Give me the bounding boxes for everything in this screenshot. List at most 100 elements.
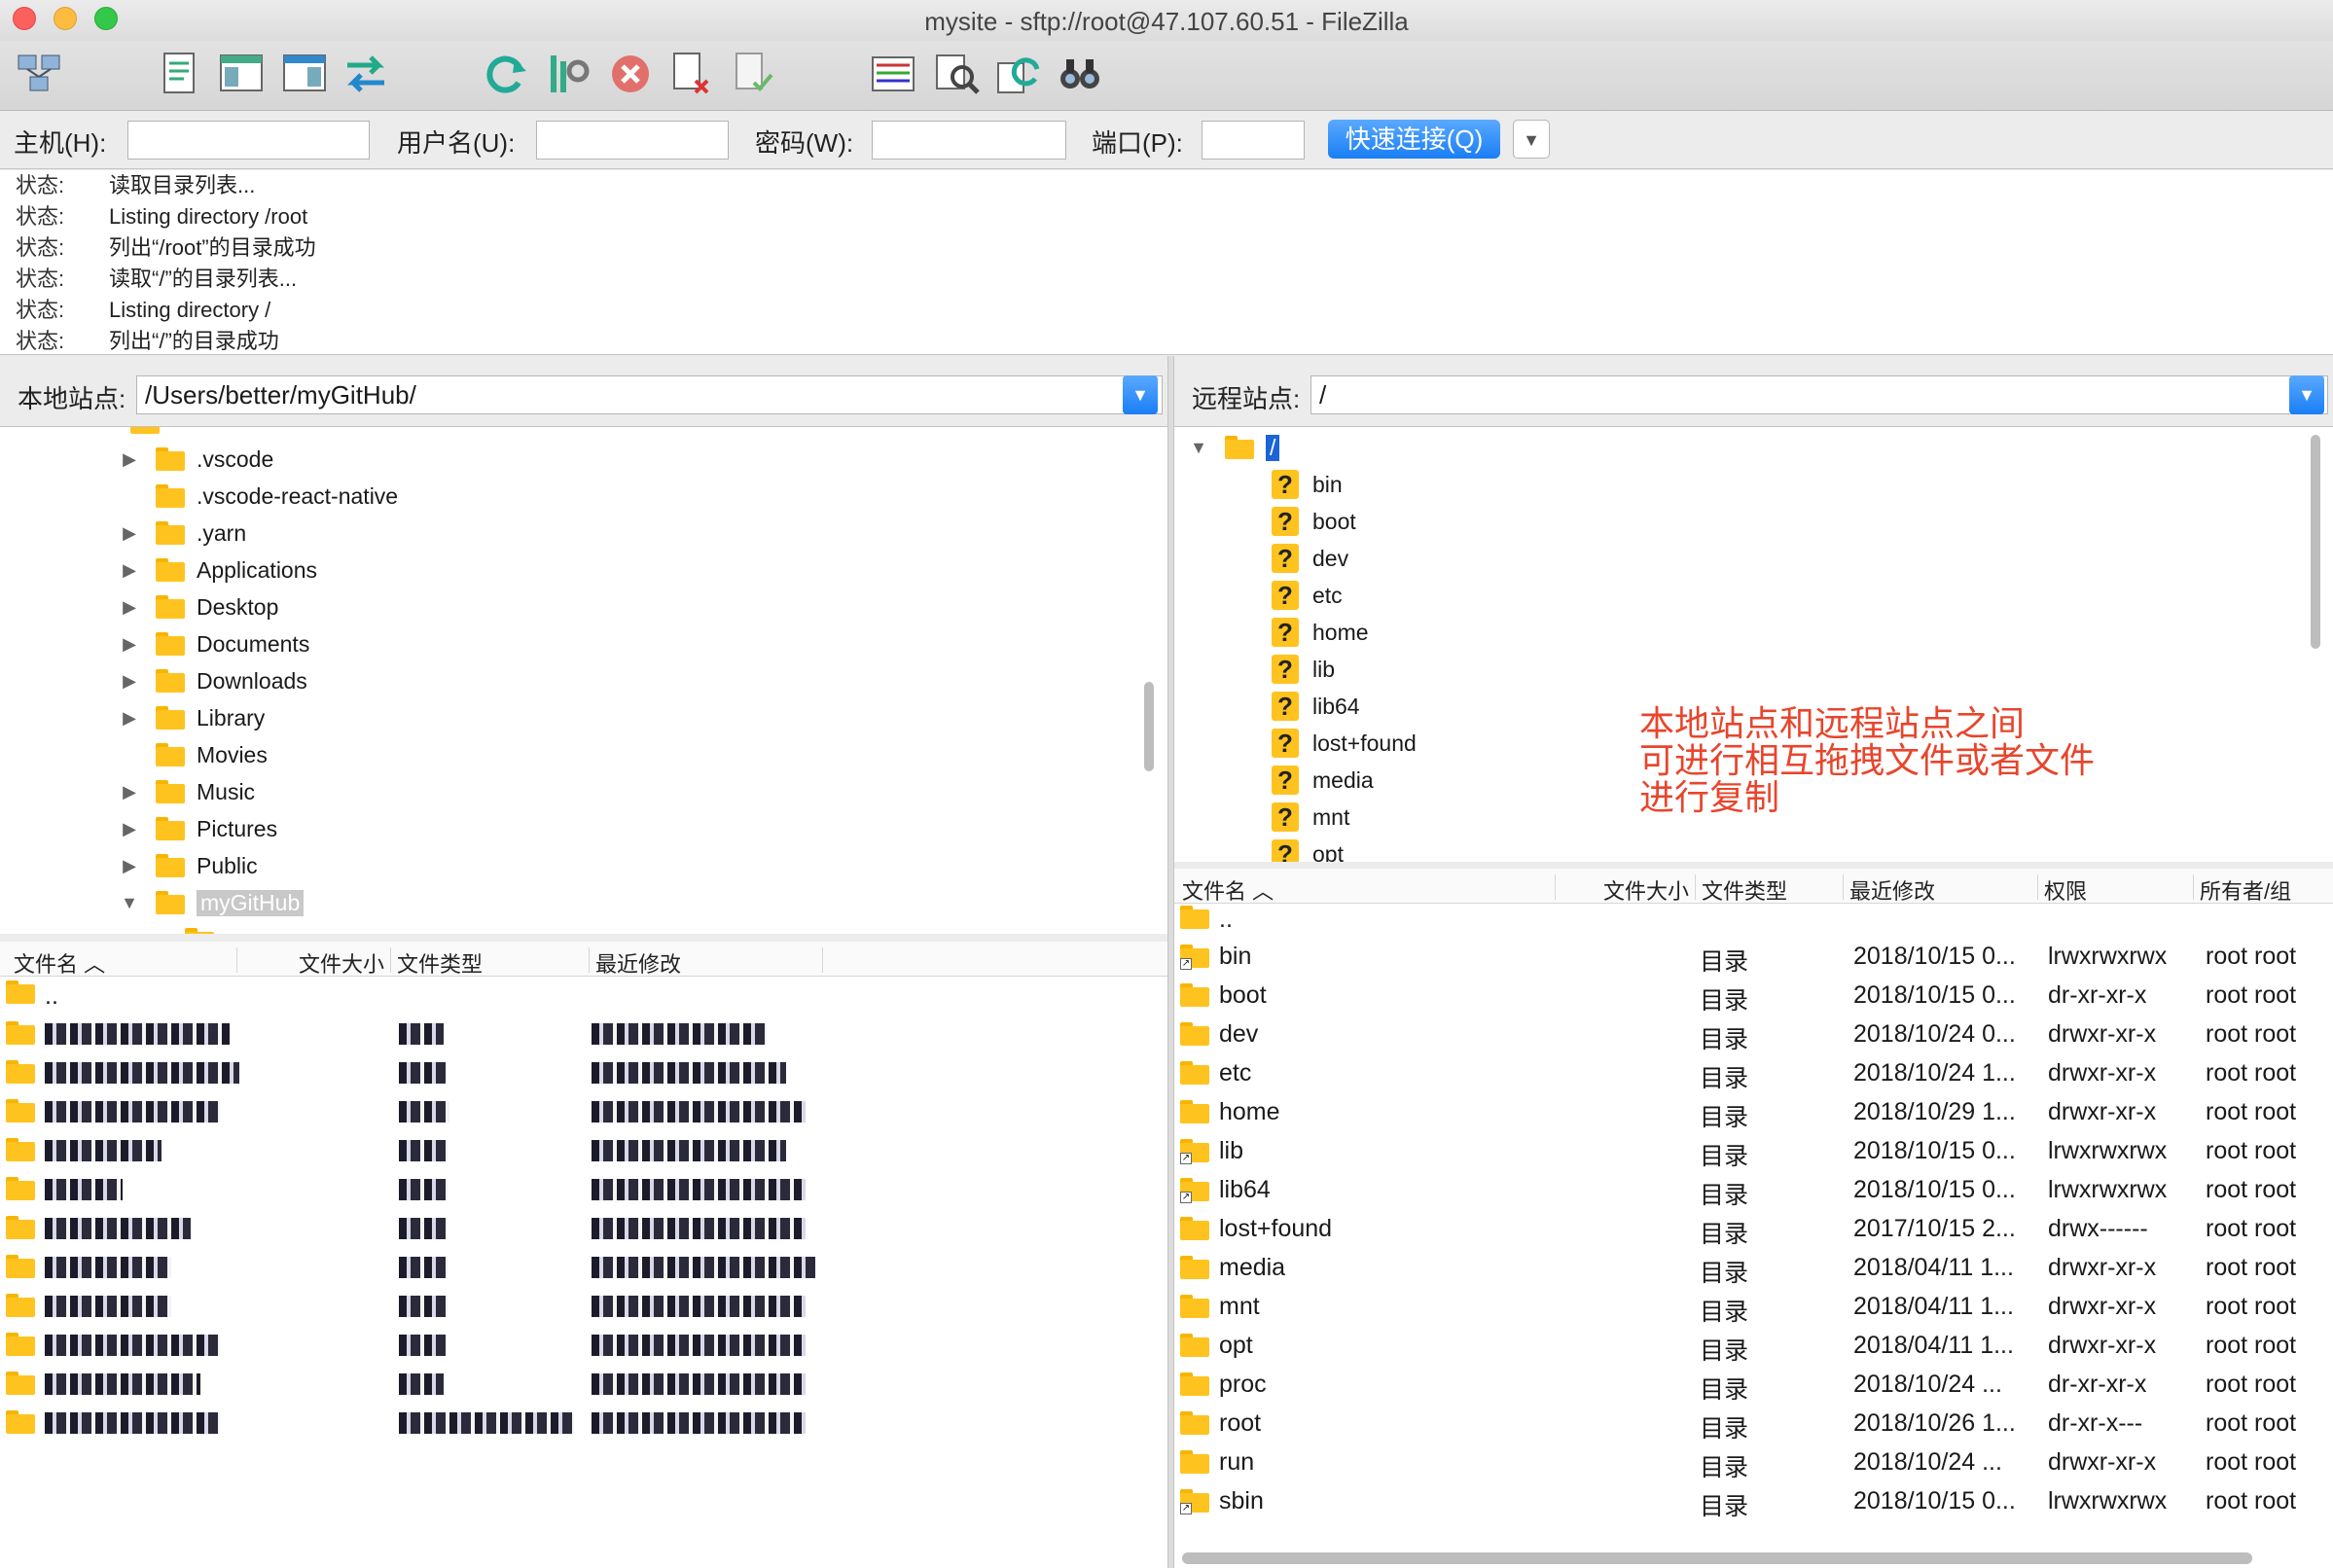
file-row[interactable] <box>0 1014 1167 1052</box>
remote-list-hscrollbar[interactable] <box>1182 1552 2252 1564</box>
local-tree-item[interactable]: ▼ myGitHub <box>117 884 305 921</box>
local-tree-item[interactable]: ▶ Documents <box>117 625 309 662</box>
remote-tree-item[interactable]: ? dev <box>1272 540 1348 577</box>
local-tree-scrollbar[interactable] <box>1144 682 1154 771</box>
file-row[interactable]: ↗ sbin 目录 2018/10/15 0... lrwxrwxrwx root roo… <box>1174 1481 2333 1520</box>
column-permissions[interactable]: 权限 <box>2038 874 2194 904</box>
message-log[interactable]: 状态: 读取目录列表... 状态: Listing directory /root 状态… <box>0 170 2333 355</box>
triangle-down-icon[interactable]: ▼ <box>1186 438 1211 458</box>
triangle-right-icon[interactable]: ▶ <box>117 560 142 581</box>
local-tree-item[interactable]: ▶ Music <box>117 773 255 810</box>
remote-path-input[interactable]: / <box>1310 375 2328 414</box>
file-row[interactable]: ↗ bin 目录 2018/10/15 0... lrwxrwxrwx root root <box>1174 937 2333 976</box>
triangle-right-icon[interactable]: ▶ <box>117 523 142 544</box>
port-input[interactable] <box>1202 121 1305 160</box>
local-tree-item[interactable]: ▶ Pictures <box>117 810 277 847</box>
local-tree-item[interactable]: .vscode-react-native <box>117 478 398 515</box>
column-filesize[interactable]: 文件大小 <box>237 947 391 977</box>
parent-dir-row[interactable]: .. <box>0 977 1167 1016</box>
search-remote-icon[interactable] <box>1055 47 1105 101</box>
triangle-right-icon[interactable]: ▶ <box>117 819 142 839</box>
local-tree-item[interactable]: ▶ Downloads <box>117 662 307 699</box>
file-row[interactable] <box>0 1403 1167 1442</box>
triangle-right-icon[interactable]: ▶ <box>117 782 142 802</box>
local-tree-item[interactable]: ▶ Applications <box>117 552 317 588</box>
toggle-remote-tree-icon[interactable] <box>279 47 330 101</box>
column-filesize[interactable]: 文件大小 <box>1556 874 1696 904</box>
remote-tree-item[interactable]: ? bin <box>1272 466 1343 503</box>
column-filename[interactable]: 文件名 ︿ <box>8 947 237 977</box>
remote-path-dropdown[interactable]: ▼ <box>2289 375 2324 414</box>
sync-browsing-icon[interactable] <box>993 47 1044 101</box>
file-row[interactable]: ↗ lib64 目录 2018/10/15 0... lrwxrwxrwx root ro… <box>1174 1170 2333 1209</box>
remote-tree-item[interactable]: ? media <box>1272 762 1374 799</box>
toggle-local-tree-icon[interactable] <box>216 47 267 101</box>
remote-file-list[interactable]: 文件名 ︿ 文件大小 文件类型 最近修改 权限 所有者/组 .. ↗ bin 目录 20… <box>1174 869 2333 1568</box>
triangle-right-icon[interactable]: ▶ <box>117 634 142 655</box>
triangle-right-icon[interactable]: ▶ <box>117 671 142 692</box>
transfer-queue-icon[interactable] <box>341 47 391 101</box>
file-row[interactable] <box>0 1208 1167 1247</box>
pane-splitter[interactable] <box>1167 356 1174 1568</box>
remote-tree-item[interactable]: ? home <box>1272 614 1369 651</box>
remote-tree-item[interactable]: ? lib <box>1272 651 1335 688</box>
file-row[interactable]: opt 目录 2018/04/11 1... drwxr-xr-x root root <box>1174 1326 2333 1365</box>
column-filename[interactable]: 文件名 ︿ <box>1176 874 1556 904</box>
file-row[interactable]: ↗ lib 目录 2018/10/15 0... lrwxrwxrwx root root <box>1174 1131 2333 1170</box>
toggle-log-icon[interactable] <box>156 47 206 101</box>
triangle-right-icon[interactable]: ▶ <box>117 597 142 618</box>
remote-tree-item[interactable]: ? boot <box>1272 503 1356 540</box>
process-queue-icon[interactable] <box>542 47 592 101</box>
reconnect-icon[interactable] <box>728 47 778 101</box>
username-input[interactable] <box>536 121 729 160</box>
file-row[interactable] <box>0 1247 1167 1286</box>
password-input[interactable] <box>872 121 1066 160</box>
remote-tree-item[interactable]: ? lost+found <box>1272 725 1417 762</box>
remote-tree-item[interactable]: ? etc <box>1272 577 1343 614</box>
triangle-right-icon[interactable]: ▶ <box>117 449 142 470</box>
file-row[interactable]: mnt 目录 2018/04/11 1... drwxr-xr-x root root <box>1174 1287 2333 1326</box>
local-path-dropdown[interactable]: ▼ <box>1123 375 1158 414</box>
remote-tree-item[interactable]: ? lib64 <box>1272 688 1360 725</box>
file-row[interactable]: run 目录 2018/10/24 ... drwxr-xr-x root root <box>1174 1443 2333 1481</box>
file-row[interactable] <box>0 1130 1167 1169</box>
triangle-right-icon[interactable]: ▶ <box>117 708 142 729</box>
local-tree-item[interactable]: ▶ Desktop <box>117 588 278 625</box>
local-tree-item[interactable]: Movies <box>117 736 268 773</box>
local-file-list[interactable]: 文件名 ︿ 文件大小 文件类型 最近修改 .. <box>0 942 1167 1568</box>
file-row[interactable]: dev 目录 2018/10/24 0... drwxr-xr-x root root <box>1174 1015 2333 1053</box>
file-row[interactable]: root 目录 2018/10/26 1... dr-xr-x--- root root <box>1174 1404 2333 1443</box>
file-row[interactable]: lost+found 目录 2017/10/15 2... drwx------ roo… <box>1174 1209 2333 1248</box>
toggle-dir-compare-icon[interactable] <box>932 47 983 101</box>
column-filetype[interactable]: 文件类型 <box>1696 874 1844 904</box>
file-row[interactable] <box>0 1364 1167 1403</box>
file-row[interactable] <box>0 1325 1167 1364</box>
local-tree-item[interactable]: ▶ .yarn <box>117 515 246 552</box>
local-tree-item[interactable]: ▶ Library <box>117 699 265 736</box>
directory-listing-filters-icon[interactable] <box>868 47 918 101</box>
column-filetype[interactable]: 文件类型 <box>391 947 590 977</box>
quickconnect-history-dropdown[interactable]: ▼ <box>1513 120 1550 159</box>
remote-tree-item[interactable]: ? opt <box>1272 836 1344 862</box>
file-row[interactable] <box>0 1169 1167 1208</box>
file-row[interactable]: proc 目录 2018/10/24 ... dr-xr-xr-x root root <box>1174 1365 2333 1404</box>
remote-tree-root[interactable]: ▼ / <box>1186 429 1280 466</box>
remote-tree-scrollbar[interactable] <box>2311 435 2320 649</box>
local-tree-item[interactable]: ▶ .vscode <box>117 441 273 478</box>
file-row[interactable]: etc 目录 2018/10/24 1... drwxr-xr-x root root <box>1174 1053 2333 1092</box>
column-modified[interactable]: 最近修改 <box>590 947 823 977</box>
quickconnect-button[interactable]: 快速连接(Q) <box>1328 120 1500 159</box>
file-row[interactable]: boot 目录 2018/10/15 0... dr-xr-xr-x root root <box>1174 976 2333 1015</box>
triangle-down-icon[interactable]: ▼ <box>117 893 142 913</box>
local-directory-tree[interactable]: ▶ .vscode .vscode-react-native ▶ .yarn ▶ Appli… <box>0 426 1167 934</box>
file-row[interactable] <box>0 1052 1167 1091</box>
file-row[interactable]: media 目录 2018/04/11 1... drwxr-xr-x root roo… <box>1174 1248 2333 1287</box>
file-row[interactable]: home 目录 2018/10/29 1... drwxr-xr-x root root <box>1174 1092 2333 1131</box>
cancel-icon[interactable] <box>605 47 656 101</box>
local-tree-item[interactable]: ▶ Public <box>117 847 258 884</box>
local-tree-item[interactable]: ▶ <box>146 921 226 934</box>
file-row[interactable] <box>0 1091 1167 1130</box>
triangle-right-icon[interactable]: ▶ <box>117 856 142 876</box>
disconnect-icon[interactable] <box>665 47 716 101</box>
column-modified[interactable]: 最近修改 <box>1844 874 2038 904</box>
